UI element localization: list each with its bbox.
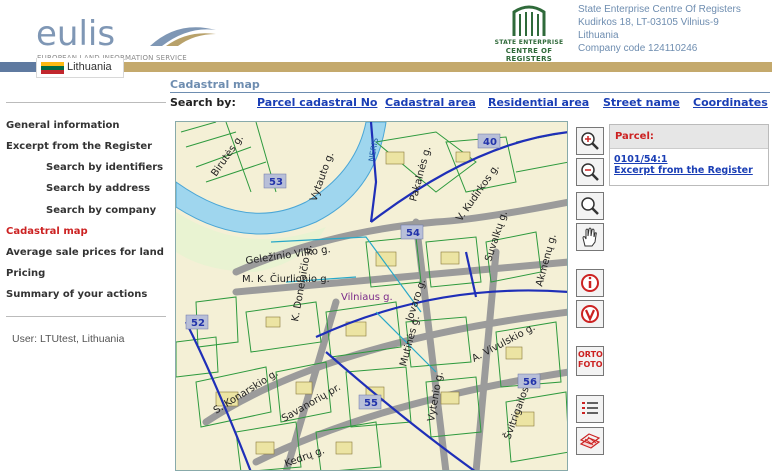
parcel-number-link[interactable]: 0101/54:1: [614, 154, 768, 165]
nav-general-information[interactable]: General information: [6, 120, 120, 131]
parcel-heading: Parcel:: [610, 125, 768, 149]
sidebar-divider-bottom: [6, 316, 166, 317]
area-number-53: 53: [269, 177, 283, 188]
org-country: Lithuania: [578, 30, 619, 41]
building-icon: [512, 5, 546, 36]
map-canvas: Birutės g. Vytauto g. NERIS Pakalnės g. …: [176, 122, 567, 470]
page-title: Cadastral map: [170, 78, 260, 91]
nav-summary-actions[interactable]: Summary of your actions: [6, 289, 147, 300]
street-label-birutes: Birutės g.: [209, 133, 246, 179]
eulis-logo[interactable]: eulis EUROPEAN LAND INFORMATION SERVICE: [30, 8, 216, 62]
area-number-52: 52: [191, 318, 205, 329]
search-link-street-name[interactable]: Street name: [603, 96, 680, 109]
country-label: Lithuania: [67, 61, 112, 73]
zoom-in-icon: [581, 132, 599, 150]
info-button[interactable]: [576, 269, 604, 297]
country-tab[interactable]: Lithuania: [36, 58, 124, 78]
search-link-residential-area[interactable]: Residential area: [488, 96, 589, 109]
org-logo-line2: CENTRE OF REGISTERS: [505, 47, 553, 63]
nav-search-company[interactable]: Search by company: [46, 205, 156, 216]
ortho-label-line2: FOTO: [578, 360, 603, 369]
zoom-area-button[interactable]: [576, 192, 604, 220]
nav-pricing[interactable]: Pricing: [6, 268, 45, 279]
parcel-panel: Parcel: 0101/54:1 Excerpt from the Regis…: [609, 124, 769, 186]
logo-word: eulis: [36, 14, 116, 54]
select-icon: [581, 305, 599, 323]
legend-button[interactable]: [576, 395, 604, 423]
legend-icon: [582, 402, 598, 414]
cadastral-map[interactable]: Birutės g. Vytauto g. NERIS Pakalnės g. …: [175, 121, 568, 471]
select-button[interactable]: [576, 300, 604, 328]
org-company-code: Company code 124110246: [578, 43, 698, 54]
nav-excerpt-register[interactable]: Excerpt from the Register: [6, 141, 152, 152]
nav-cadastral-map[interactable]: Cadastral map: [6, 226, 88, 237]
search-by-label: Search by:: [170, 96, 236, 109]
info-icon: [581, 274, 599, 292]
pan-button[interactable]: [576, 223, 604, 251]
org-address: Kudirkos 18, LT-03105 Vilnius-9: [578, 17, 719, 28]
nav-search-address[interactable]: Search by address: [46, 183, 150, 194]
search-link-parcel-no[interactable]: Parcel cadastral No: [257, 96, 377, 109]
zoom-out-icon: [581, 163, 599, 181]
user-info: User: LTUtest, Lithuania: [12, 333, 125, 345]
nav-average-prices[interactable]: Average sale prices for land: [6, 247, 164, 258]
parcel-excerpt-link[interactable]: Excerpt from the Register: [614, 165, 768, 176]
hand-icon: [582, 227, 597, 247]
area-number-54: 54: [406, 228, 420, 239]
org-name: State Enterprise Centre Of Registers: [578, 4, 741, 15]
street-label-vilniaus: Vilniaus g.: [341, 292, 393, 303]
ortho-label: ORTO FOTO: [578, 350, 603, 370]
lithuania-flag-icon: [41, 62, 64, 74]
street-label-ciurlionio: M. K. Čiurlionio g.: [242, 272, 330, 285]
ortho-photo-button[interactable]: ORTO FOTO: [576, 346, 604, 376]
org-info: State Enterprise Centre Of Registers Kud…: [578, 3, 741, 55]
org-logo-line1: STATE ENTERPRISE: [494, 39, 564, 46]
header-band-accent: [0, 62, 36, 72]
nav-search-identifiers[interactable]: Search by identifiers: [46, 162, 163, 173]
street-label-pakalnes: Pakalnės g.: [408, 145, 433, 203]
area-number-40: 40: [483, 137, 497, 148]
ortho-label-line1: ORTO: [578, 350, 603, 359]
zoom-out-button[interactable]: [576, 158, 604, 186]
area-number-55: 55: [364, 398, 378, 409]
layers-icon: [579, 433, 601, 449]
magnifier-icon: [581, 197, 599, 215]
title-divider: [170, 92, 770, 93]
sidebar-divider: [6, 102, 166, 103]
search-link-coordinates[interactable]: Coordinates: [693, 96, 768, 109]
layers-button[interactable]: [576, 427, 604, 455]
swoosh-icon: [150, 27, 216, 46]
zoom-in-button[interactable]: [576, 127, 604, 155]
search-link-cadastral-area[interactable]: Cadastral area: [385, 96, 476, 109]
centre-of-registers-logo: STATE ENTERPRISE CENTRE OF REGISTERS: [484, 2, 574, 63]
area-number-56: 56: [523, 377, 537, 388]
